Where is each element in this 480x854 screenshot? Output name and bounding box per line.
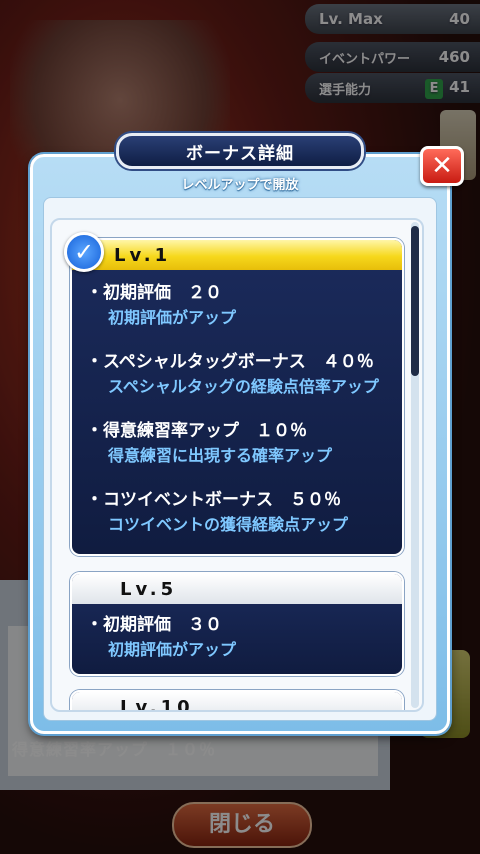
bonus-desc: スペシャルタッグの経験点倍率アップ (108, 377, 379, 396)
ability-stat: 選手能力 E 41 (305, 73, 480, 103)
ability-label: 選手能力 (319, 82, 372, 98)
lower-panel-text: 得意練習率アップ １０％ (12, 740, 217, 759)
level-header: Lv.5 (72, 574, 402, 604)
level-header: Lv.10 (72, 692, 402, 710)
level-card-lv1: Lv.1 ・初期評価 ２０ 初期評価がアップ ・スペシャルタッグボーナス ４０％… (70, 238, 404, 556)
bonus-item: ・初期評価 ３０ 初期評価がアップ (72, 604, 402, 662)
bonus-list[interactable]: Lv.1 ・初期評価 ２０ 初期評価がアップ ・スペシャルタッグボーナス ４０％… (50, 218, 424, 712)
checkmark-icon: ✓ (64, 232, 104, 272)
modal-subtitle: レベルアップで開放 (181, 178, 299, 193)
ability-value: 41 (449, 77, 470, 96)
event-power-value: 460 (438, 48, 470, 66)
level-label: Lv. Max (319, 10, 383, 28)
bonus-item: ・コツイベントボーナス ５０％ コツイベントの獲得経験点アップ (72, 487, 402, 537)
bonus-item: ・得意練習率アップ １０％ 得意練習に出現する確率アップ (72, 418, 402, 468)
bonus-item: ・初期評価 ２０ 初期評価がアップ (72, 270, 402, 330)
close-button: 閉じる (172, 802, 312, 848)
rank-badge: E (425, 78, 444, 99)
scrollbar[interactable] (411, 222, 419, 708)
level-header: Lv.1 (72, 240, 402, 270)
event-power-stat: イベントパワー 460 (305, 42, 480, 72)
bonus-desc: 得意練習に出現する確率アップ (108, 446, 333, 465)
level-card-lv10: Lv.10 (70, 690, 404, 710)
bonus-name: ・初期評価 ２０ (86, 283, 222, 303)
ability-value-group: E 41 (425, 78, 470, 99)
scroll-thumb[interactable] (411, 226, 419, 376)
bonus-desc: コツイベントの獲得経験点アップ (108, 515, 349, 534)
level-value: 40 (449, 10, 470, 28)
bonus-desc: 初期評価がアップ (108, 308, 237, 327)
level-card-lv5: Lv.5 ・初期評価 ３０ 初期評価がアップ (70, 572, 404, 676)
event-power-label: イベントパワー (319, 51, 411, 67)
bonus-desc: 初期評価がアップ (108, 640, 237, 659)
bonus-name: ・コツイベントボーナス ５０％ (86, 490, 341, 510)
level-stat: Lv. Max 40 (305, 4, 480, 34)
modal-title: ボーナス詳細 (116, 133, 364, 169)
close-x-icon[interactable]: ✕ (420, 146, 464, 186)
bonus-item: ・スペシャルタッグボーナス ４０％ スペシャルタッグの経験点倍率アップ (72, 349, 402, 399)
bonus-name: ・初期評価 ３０ (86, 615, 222, 635)
bonus-name: ・スペシャルタッグボーナス ４０％ (86, 352, 374, 372)
bonus-name: ・得意練習率アップ １０％ (86, 421, 307, 441)
